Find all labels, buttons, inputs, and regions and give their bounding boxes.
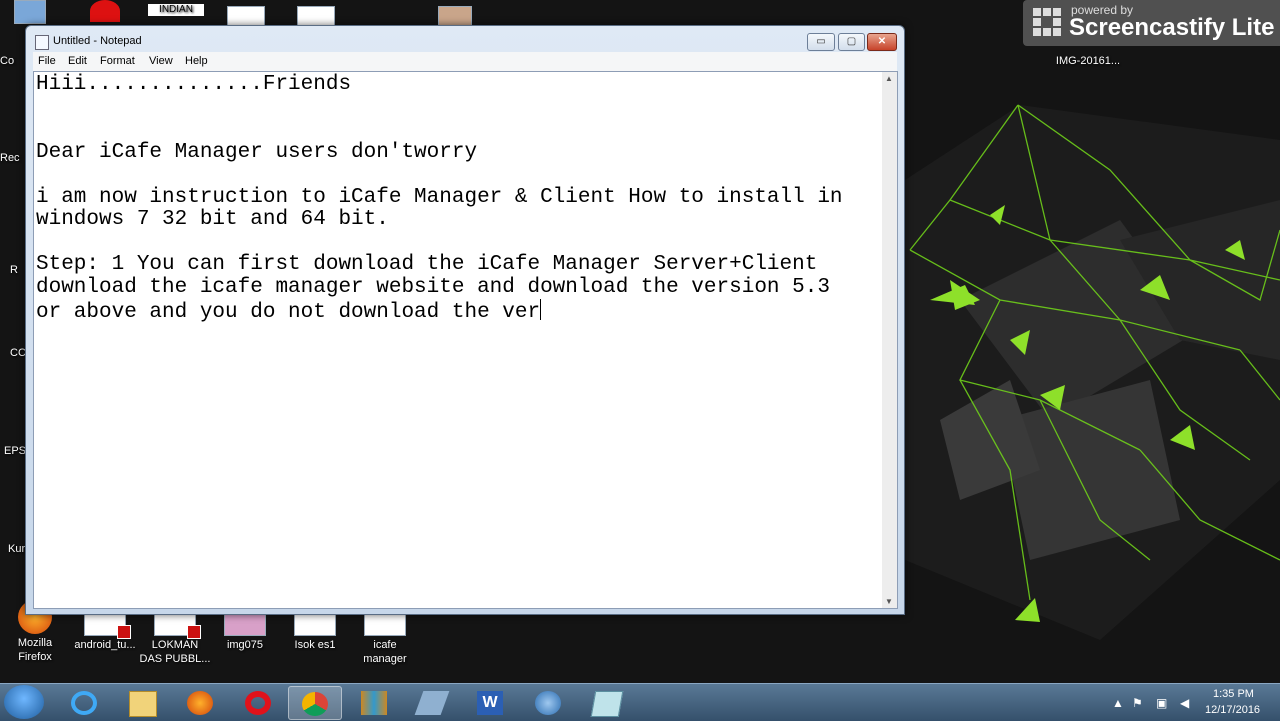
taskbar-explorer[interactable] [116, 686, 168, 718]
image-file-icon [224, 614, 266, 636]
close-button[interactable]: ✕ [867, 33, 897, 51]
line: i am now instruction to iCafe Manager & … [36, 185, 843, 209]
line: Step: 1 You can first download the iCafe… [36, 253, 818, 276]
notepad-window[interactable]: Untitled - Notepad ▭ ▢ ✕ File Edit Forma… [25, 25, 905, 615]
menu-view[interactable]: View [149, 55, 173, 67]
desktop-icon-lokman[interactable]: LOKMAN DAS PUBBL... [136, 614, 214, 666]
text-editor[interactable]: Hiii..............Friends Dear iCafe Man… [33, 71, 883, 609]
menu-format[interactable]: Format [100, 55, 135, 67]
desktop-icon-indian[interactable]: INDIAN [148, 4, 204, 16]
screencastify-watermark: powered by Screencastify Lite [1023, 0, 1280, 46]
desktop-icon-computer[interactable] [0, 0, 60, 26]
desktop-icon-android-tu[interactable]: android_tu... [66, 614, 144, 652]
word-document-icon [297, 6, 335, 26]
maximize-icon: ▢ [846, 36, 857, 47]
taskbar-winrar[interactable] [348, 686, 400, 718]
taskbar-word[interactable]: W [464, 686, 516, 718]
desktop-icon-isok-es1[interactable]: Isok es1 [276, 614, 354, 652]
text-caret [540, 299, 542, 320]
desktop-icon-img[interactable]: IMG-20161... [1046, 55, 1130, 67]
desktop-icon-opera[interactable] [80, 0, 130, 24]
taskbar-internet-explorer[interactable] [58, 686, 110, 718]
taskbar: W ▲ ⚑ ▣ ◀ 1:35 PM 12/17/2016 [0, 683, 1280, 721]
line: download the icafe manager website and d… [36, 275, 830, 299]
chrome-icon [302, 692, 328, 716]
menu-edit[interactable]: Edit [68, 55, 87, 67]
window-title: Untitled - Notepad [53, 35, 142, 47]
desktop-icon-label: icafe manager [363, 639, 407, 665]
document-file-icon [294, 614, 336, 636]
internet-explorer-icon [71, 691, 97, 715]
clock-date[interactable]: 12/17/2016 [1205, 704, 1260, 716]
show-hidden-icon[interactable]: ▲ [1112, 696, 1124, 710]
title-bar[interactable]: Untitled - Notepad ▭ ▢ ✕ [26, 26, 904, 54]
volume-icon[interactable]: ◀ [1180, 696, 1189, 710]
start-button[interactable] [4, 685, 44, 719]
minimize-icon: ▭ [816, 36, 826, 47]
desktop-icon-icafe-manager[interactable]: icafe manager [346, 614, 424, 666]
edge-label-1: Co [0, 55, 15, 67]
clock-time[interactable]: 1:35 PM [1213, 688, 1254, 700]
menu-help[interactable]: Help [185, 55, 208, 67]
word-icon: W [477, 691, 503, 715]
line: Dear iCafe Manager users don'tworry [36, 140, 478, 164]
desktop-icon-label: Mozilla Firefox [17, 637, 53, 663]
line: windows 7 32 bit and 64 bit. [36, 208, 389, 231]
desktop-icon-label: img075 [226, 639, 264, 651]
desktop-icon-label: android_tu... [74, 639, 136, 651]
winrar-icon [361, 691, 387, 715]
network-status-icon[interactable]: ▣ [1156, 696, 1167, 710]
notepad-icon [590, 691, 624, 717]
screencastify-logo-icon [1033, 8, 1061, 38]
notepad-app-icon[interactable] [35, 35, 49, 50]
taskbar-chrome[interactable] [288, 686, 342, 720]
desktop-icon-label: LOKMAN DAS PUBBL... [139, 639, 211, 665]
maximize-button[interactable]: ▢ [838, 33, 865, 51]
scroll-up-icon[interactable]: ▲ [885, 74, 893, 83]
desktop-icon-img075[interactable]: img075 [206, 614, 284, 652]
taskbar-opera[interactable] [232, 686, 284, 718]
scroll-down-icon[interactable]: ▼ [885, 597, 893, 606]
action-center-icon[interactable]: ⚑ [1132, 696, 1143, 710]
desktop-icon-label: Isok es1 [294, 639, 336, 651]
document-text[interactable]: Hiii..............Friends Dear iCafe Man… [36, 73, 876, 325]
close-icon: ✕ [877, 36, 887, 47]
document-file-icon [364, 614, 406, 636]
line: Hiii..............Friends [36, 73, 352, 96]
menu-bar: File Edit Format View Help [33, 52, 897, 71]
opera-icon [245, 691, 271, 715]
taskbar-network[interactable] [406, 686, 458, 718]
globe-settings-icon [535, 691, 561, 715]
pdf-file-icon [154, 614, 201, 639]
edge-label-5: EPS [4, 445, 27, 457]
pdf-file-icon [84, 614, 131, 639]
taskbar-firefox[interactable] [174, 686, 226, 718]
indian-label: INDIAN [148, 4, 204, 16]
line: or above and you do not download the ver [36, 301, 541, 324]
firefox-icon [187, 691, 213, 715]
network-icon [414, 691, 450, 715]
edge-label-3: R [10, 264, 18, 276]
edge-label-6: Kur [8, 543, 26, 555]
minimize-button[interactable]: ▭ [807, 33, 835, 51]
edge-label-2: Rec [0, 152, 20, 164]
menu-file[interactable]: File [38, 55, 56, 67]
taskbar-notepad[interactable] [580, 686, 632, 718]
word-document-icon [227, 6, 265, 26]
photo-icon [438, 6, 472, 26]
opera-icon [90, 0, 120, 22]
edge-label-4: CC [10, 347, 26, 359]
screencastify-name: Screencastify Lite [1069, 14, 1275, 41]
computer-icon [14, 0, 46, 24]
taskbar-globe-settings[interactable] [522, 686, 574, 718]
vertical-scrollbar[interactable]: ▲ ▼ [882, 71, 898, 609]
explorer-folder-icon [129, 691, 157, 717]
system-tray: ▲ ⚑ ▣ ◀ 1:35 PM 12/17/2016 [1108, 684, 1280, 721]
